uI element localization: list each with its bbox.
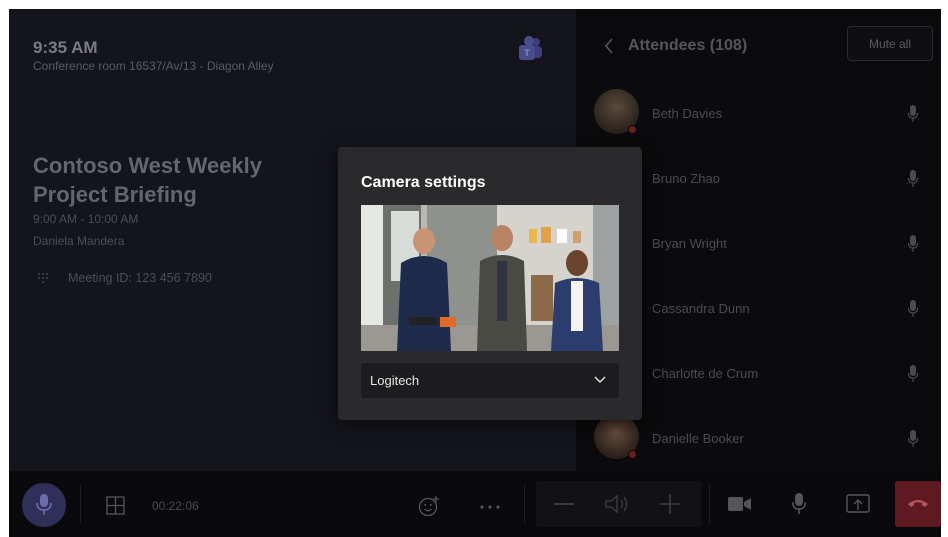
current-time: 9:35 AM: [33, 38, 98, 57]
selected-camera: Logitech: [370, 373, 420, 388]
mute-all-button[interactable]: Mute all: [847, 26, 933, 61]
camera-select[interactable]: Logitech: [361, 363, 619, 398]
mute-toggle-button[interactable]: [22, 483, 66, 527]
room-name: Conference room 16537/Av/13 - Diagon All…: [33, 59, 274, 73]
attendee-name: Bruno Zhao: [652, 171, 720, 186]
microphone-icon[interactable]: [792, 493, 806, 515]
volume-down-button[interactable]: [554, 503, 574, 505]
status-badge: [628, 450, 637, 459]
attendee-name: Bryan Wright: [652, 236, 727, 251]
back-chevron-icon[interactable]: [603, 37, 615, 55]
meeting-organizer: Daniela Mandera: [33, 234, 125, 248]
more-options-icon[interactable]: [479, 504, 501, 510]
teams-logo: T: [519, 36, 542, 60]
microphone-icon[interactable]: [908, 105, 918, 122]
chevron-down-icon: [594, 376, 606, 383]
call-duration: 00:22:06: [152, 499, 199, 513]
attendees-title: Attendees (108): [628, 37, 748, 54]
camera-settings-dialog: Camera settings Logitech: [338, 147, 642, 420]
divider: [709, 484, 710, 524]
dialpad-icon: [38, 273, 48, 283]
attendee-row[interactable]: Beth Davies: [576, 81, 941, 146]
status-badge: [628, 125, 637, 134]
meeting-id: Meeting ID: 123 456 7890: [68, 271, 212, 285]
microphone-icon[interactable]: [908, 365, 918, 382]
meeting-time: 9:00 AM - 10:00 AM: [33, 212, 139, 226]
volume-up-button[interactable]: [660, 494, 680, 514]
microphone-icon[interactable]: [908, 430, 918, 447]
call-control-bar: 00:22:06: [9, 471, 941, 537]
layout-grid-icon[interactable]: [106, 496, 125, 515]
attendee-name: Cassandra Dunn: [652, 301, 750, 316]
hang-up-button[interactable]: [895, 481, 941, 527]
volume-icon: [605, 494, 628, 514]
svg-text:T: T: [524, 48, 530, 58]
dialog-title: Camera settings: [361, 174, 486, 191]
divider: [80, 484, 81, 524]
reaction-icon[interactable]: [418, 495, 440, 517]
divider: [524, 484, 525, 524]
camera-preview-image: [361, 205, 619, 351]
teams-room-screen: 9:35 AM Conference room 16537/Av/13 - Di…: [9, 9, 941, 537]
attendee-name: Beth Davies: [652, 106, 723, 121]
meeting-title: Contoso West Weekly Project Briefing: [33, 153, 263, 207]
camera-icon[interactable]: [728, 496, 752, 512]
microphone-icon[interactable]: [908, 300, 918, 317]
volume-control: [536, 481, 701, 527]
microphone-icon: [36, 494, 52, 515]
camera-preview: [361, 205, 619, 351]
microphone-icon[interactable]: [908, 170, 918, 187]
hang-up-icon: [908, 500, 928, 507]
attendee-name: Charlotte de Crum: [652, 366, 759, 381]
share-screen-icon[interactable]: [846, 492, 870, 516]
attendee-name: Danielle Booker: [652, 431, 744, 446]
microphone-icon[interactable]: [908, 235, 918, 252]
